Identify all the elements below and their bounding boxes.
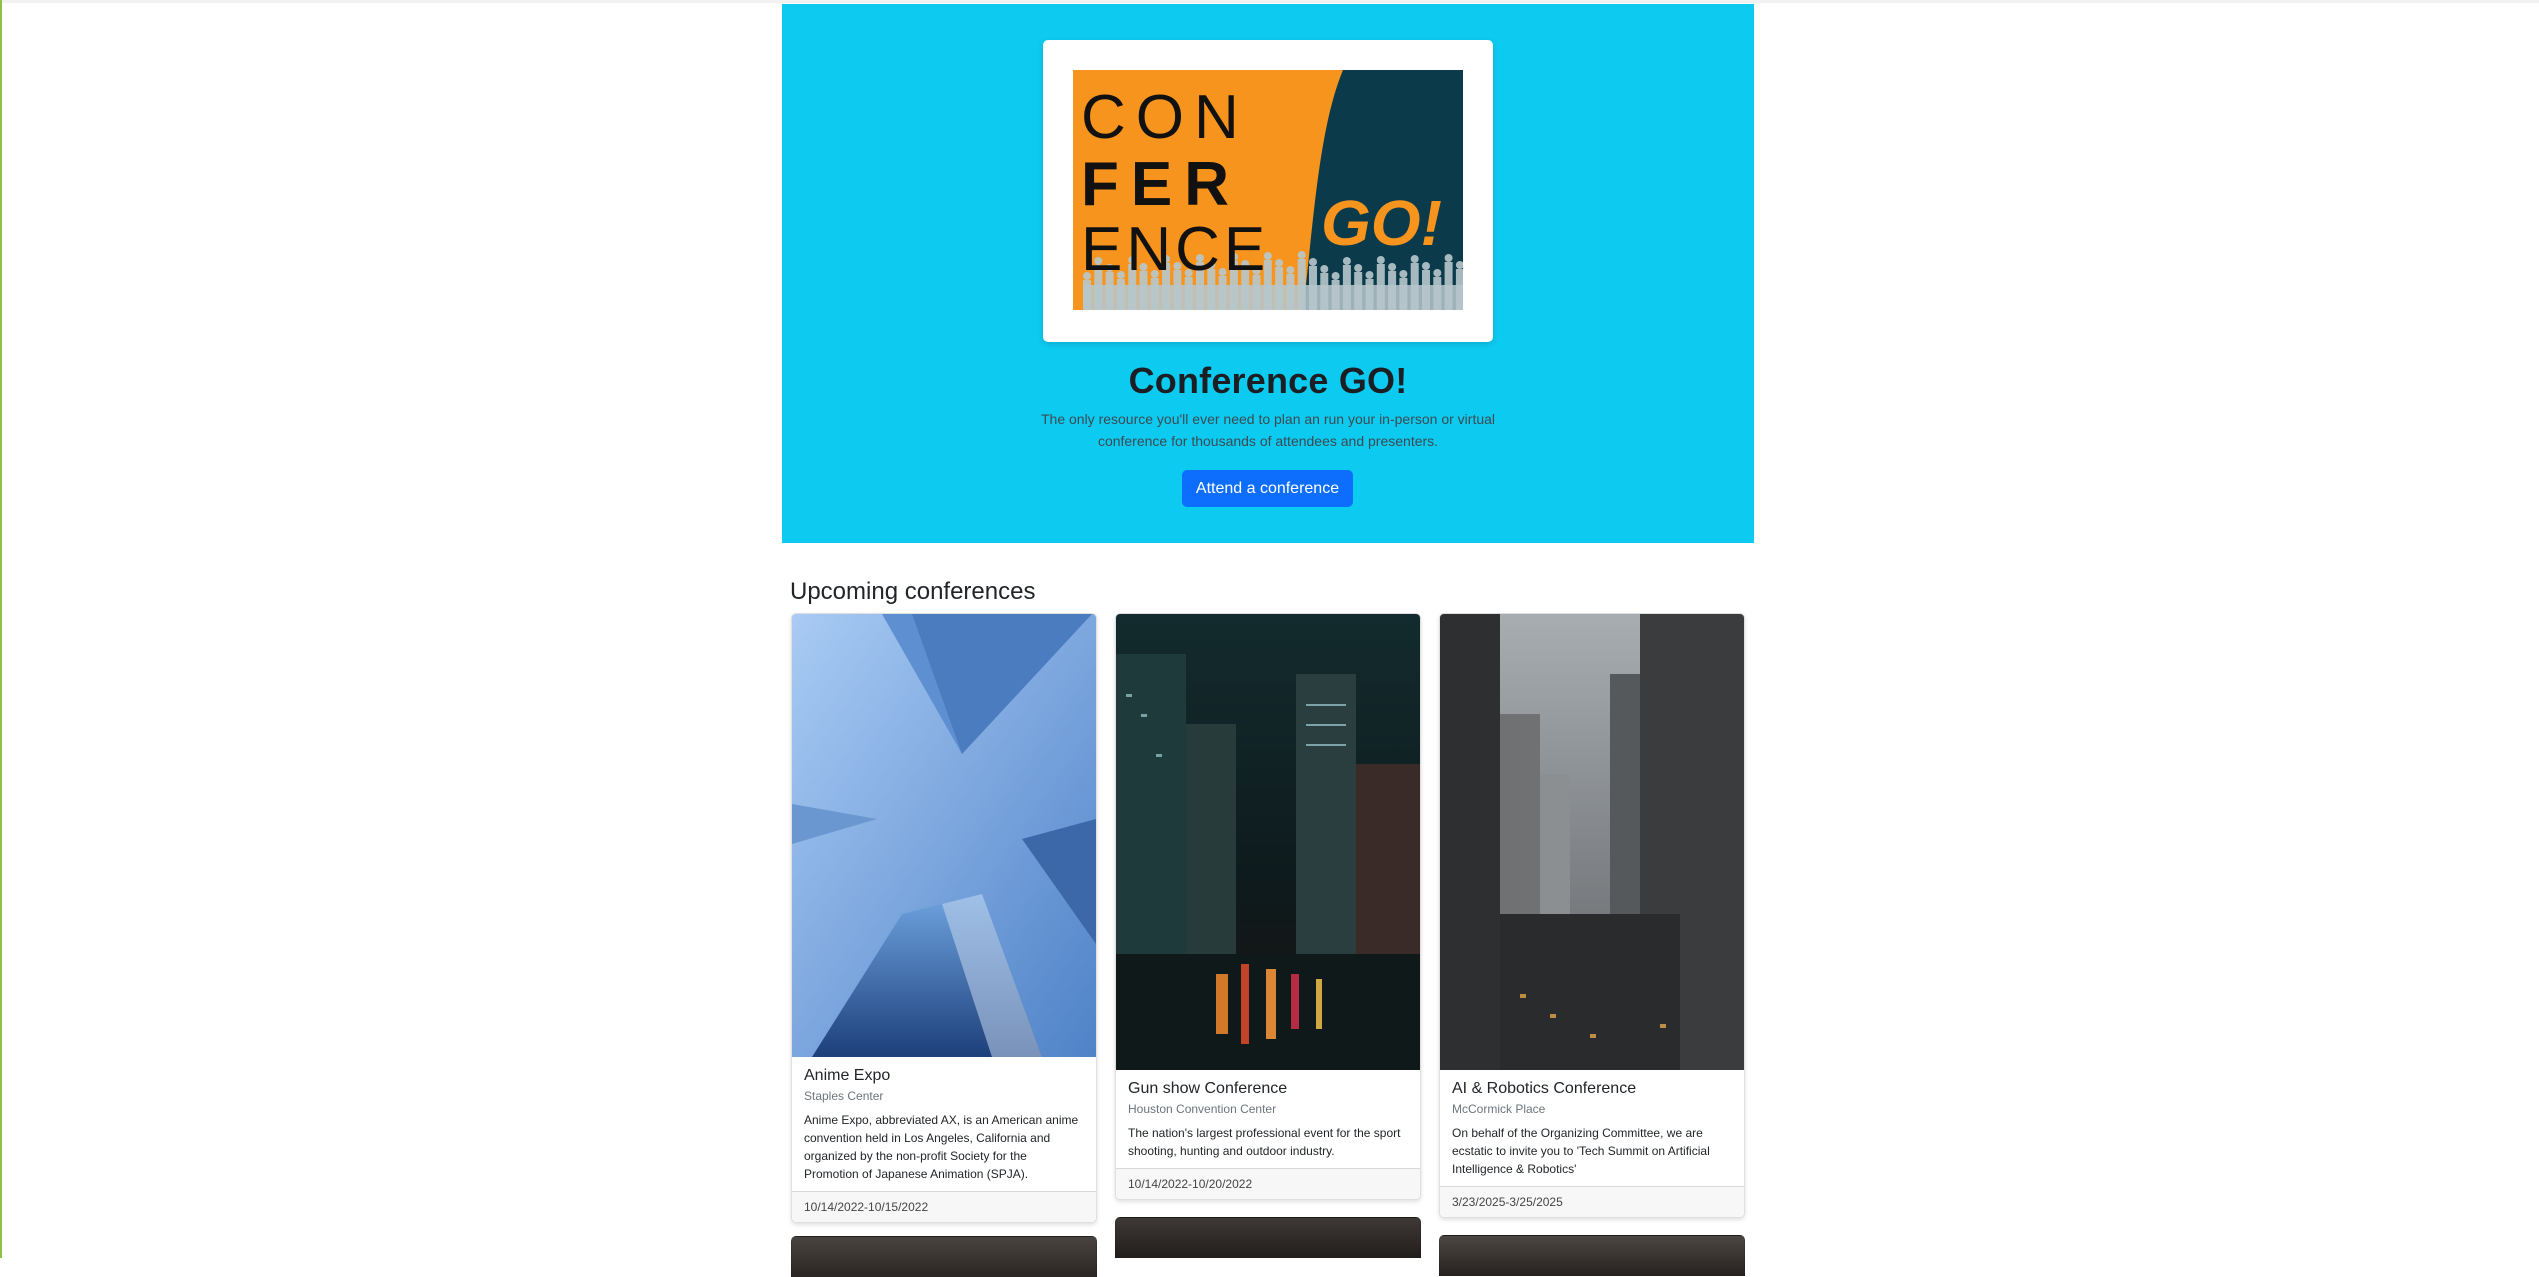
logo-frame: CON FER ENCE GO!: [1043, 40, 1493, 342]
page-left-edge: [0, 0, 2, 1258]
card-title: AI & Robotics Conference: [1452, 1080, 1637, 1097]
card-dates: 10/14/2022-10/15/2022: [792, 1191, 1096, 1222]
conference-card[interactable]: Gun show Conference Houston Convention C…: [1115, 613, 1421, 1200]
conference-image-skyscrapers: [792, 614, 1096, 1057]
conference-card[interactable]: Anime Expo Staples Center Anime Expo, ab…: [791, 613, 1097, 1223]
attend-conference-button[interactable]: Attend a conference: [1182, 470, 1353, 507]
card-description: On behalf of the Organizing Committee, w…: [1452, 1126, 1710, 1176]
card-location: McCormick Place: [1452, 1102, 1546, 1116]
card-location: Staples Center: [804, 1089, 884, 1103]
card-title: Anime Expo: [804, 1067, 891, 1084]
card-dates: 10/14/2022-10/20/2022: [1116, 1168, 1420, 1199]
page-top-edge: [0, 0, 2539, 3]
logo-text-ence: ENCE: [1081, 215, 1269, 284]
card-title: Gun show Conference: [1128, 1080, 1288, 1097]
logo-text-con: CON: [1081, 83, 1249, 152]
section-title: Upcoming conferences: [790, 578, 1036, 605]
logo-text-go: GO!: [1321, 187, 1442, 259]
conference-image-night-city: [1116, 614, 1420, 1070]
conference-card[interactable]: AI & Robotics Conference McCormick Place…: [1439, 613, 1745, 1218]
logo-text-fer: FER: [1081, 150, 1241, 219]
conference-card-partial[interactable]: [1439, 1235, 1745, 1276]
conference-card-partial[interactable]: [1115, 1217, 1421, 1258]
hero-title: Conference GO!: [1128, 360, 1408, 401]
hero-section: CON FER ENCE GO! Conference GO! The only…: [782, 4, 1754, 543]
card-description: The nation's largest professional event …: [1128, 1126, 1401, 1158]
logo-graphic: CON FER ENCE GO!: [1073, 70, 1463, 310]
hero-description: The only resource you'll ever need to pl…: [1040, 411, 1496, 449]
conference-image-city-train: [1440, 614, 1744, 1070]
conference-card-partial[interactable]: [791, 1236, 1097, 1277]
card-location: Houston Convention Center: [1128, 1102, 1277, 1116]
card-description: Anime Expo, abbreviated AX, is an Americ…: [804, 1113, 1079, 1181]
card-dates: 3/23/2025-3/25/2025: [1440, 1186, 1744, 1217]
conference-go-logo: CON FER ENCE GO!: [1073, 70, 1463, 310]
